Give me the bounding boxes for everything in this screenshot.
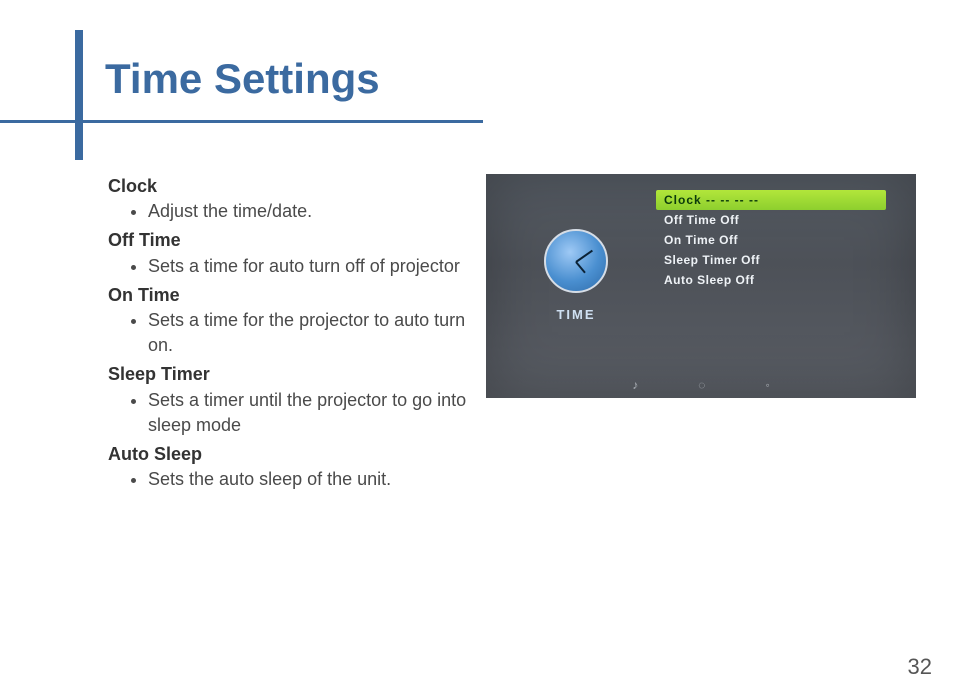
music-icon: ♪ <box>632 378 638 392</box>
osd-left-column: TIME <box>506 174 646 376</box>
osd-menu: Clock -- -- -- -- Off Time Off On Time O… <box>656 190 886 290</box>
section-heading: Auto Sleep <box>108 442 468 467</box>
osd-item: On Time Off <box>656 230 886 250</box>
manual-page: Time Settings Clock Adjust the time/date… <box>0 0 954 694</box>
section-heading: Clock <box>108 174 468 199</box>
section-bullet: Sets a timer until the projector to go i… <box>148 388 468 438</box>
osd-item: Off Time Off <box>656 210 886 230</box>
section-heading: Sleep Timer <box>108 362 468 387</box>
section-bullet: Sets the auto sleep of the unit. <box>148 467 468 492</box>
accent-vertical-bar <box>75 30 83 160</box>
osd-screenshot: TIME Clock -- -- -- -- Off Time Off On T… <box>486 174 916 398</box>
section-bullet: Sets a time for auto turn off of project… <box>148 254 468 279</box>
ring-icon: ◌ <box>698 378 705 392</box>
osd-item-highlight: Clock -- -- -- -- <box>656 190 886 210</box>
clock-icon <box>544 229 608 293</box>
section-bullet: Sets a time for the projector to auto tu… <box>148 308 468 358</box>
page-title: Time Settings <box>105 55 380 103</box>
osd-item: Sleep Timer Off <box>656 250 886 270</box>
section-heading: On Time <box>108 283 468 308</box>
osd-item: Auto Sleep Off <box>656 270 886 290</box>
osd-bottom-icons: ♪ ◌ ◦ <box>486 378 916 392</box>
section-heading: Off Time <box>108 228 468 253</box>
section-bullet: Adjust the time/date. <box>148 199 468 224</box>
content-column: Clock Adjust the time/date. Off Time Set… <box>108 170 468 494</box>
dot-icon: ◦ <box>765 378 769 392</box>
accent-horizontal-rule <box>0 120 483 123</box>
page-number: 32 <box>908 654 932 680</box>
osd-side-label: TIME <box>556 307 595 322</box>
